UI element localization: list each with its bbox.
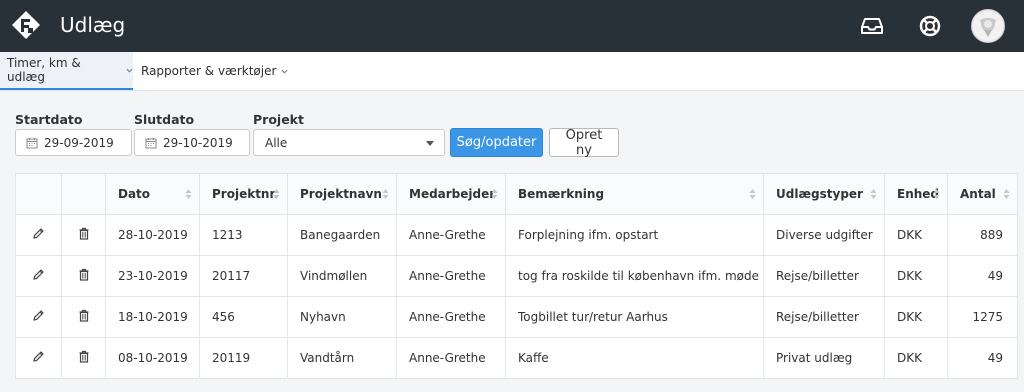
create-new-button[interactable]: Opret ny (549, 128, 619, 158)
tab-label: Timer, km & udlæg (7, 56, 81, 84)
end-date-label: Slutdato (134, 112, 195, 127)
delete-trash-icon[interactable] (61, 296, 106, 338)
cell-projektnavn: Banegaarden (287, 214, 397, 256)
column-header-projektnr[interactable]: Projektnr. (199, 173, 288, 215)
cell-enhed: DKK (884, 296, 948, 338)
project-label: Projekt (253, 112, 304, 127)
cell-udlaegstype: Privat udlæg (763, 337, 885, 379)
chevron-down-icon (281, 69, 288, 74)
cell-bemaerkning: tog fra roskilde til københavn ifm. møde (505, 255, 764, 297)
start-date-label: Startdato (15, 112, 83, 127)
end-date-input[interactable]: 29-10-2019 (134, 129, 250, 156)
cell-antal: 889 (947, 214, 1018, 256)
delete-trash-icon[interactable] (61, 255, 106, 297)
calendar-icon (26, 137, 38, 148)
cell-medarbejder: Anne-Grethe (396, 214, 506, 256)
cell-enhed: DKK (884, 214, 948, 256)
cell-udlaegstype: Rejse/billetter (763, 296, 885, 338)
cell-projektnr: 20117 (199, 255, 288, 297)
table-header-row: Dato Projektnr. Projektnavn Medarbejder … (15, 173, 1018, 215)
inbox-icon[interactable] (858, 12, 886, 40)
cell-medarbejder: Anne-Grethe (396, 296, 506, 338)
sort-icon (382, 189, 389, 199)
tab-rapporter-vaerktoejer[interactable]: Rapporter & værktøjer (141, 52, 288, 90)
column-header-projektnavn[interactable]: Projektnavn (287, 173, 397, 215)
table-row: 23-10-2019 20117 Vindmøllen Anne-Grethe … (15, 255, 1018, 297)
cell-medarbejder: Anne-Grethe (396, 255, 506, 297)
chevron-down-icon (126, 68, 133, 73)
column-header-dato[interactable]: Dato (105, 173, 200, 215)
tab-label: Rapporter & værktøjer (141, 64, 277, 78)
cell-bemaerkning: Togbillet tur/retur Aarhus (505, 296, 764, 338)
cell-enhed: DKK (884, 255, 948, 297)
cell-dato: 23-10-2019 (105, 255, 200, 297)
sort-icon (185, 189, 192, 199)
delete-trash-icon[interactable] (61, 214, 106, 256)
cell-antal: 49 (947, 337, 1018, 379)
column-label: Antal (960, 187, 996, 201)
cell-projektnr: 456 (199, 296, 288, 338)
column-header-udlaegstyper[interactable]: Udlægstyper (763, 173, 885, 215)
sort-icon (1003, 189, 1010, 199)
delete-trash-icon[interactable] (61, 337, 106, 379)
cell-projektnavn: Vandtårn (287, 337, 397, 379)
top-bar: Udlæg (0, 0, 1024, 52)
avatar[interactable] (971, 9, 1005, 43)
edit-pencil-icon[interactable] (15, 255, 62, 297)
end-date-value: 29-10-2019 (163, 135, 233, 150)
cell-enhed: DKK (884, 337, 948, 379)
column-label: Dato (118, 187, 151, 201)
delete-column-header (61, 173, 106, 215)
column-label: Projektnavn (300, 187, 382, 201)
sort-icon (273, 189, 280, 199)
sort-icon (933, 189, 940, 199)
cell-projektnr: 1213 (199, 214, 288, 256)
cell-projektnavn: Nyhavn (287, 296, 397, 338)
column-label: Udlægstyper (776, 187, 863, 201)
column-label: Medarbejder (409, 187, 496, 201)
column-header-bemaerkning[interactable]: Bemærkning (505, 173, 764, 215)
table-row: 18-10-2019 456 Nyhavn Anne-Grethe Togbil… (15, 296, 1018, 338)
calendar-icon (145, 137, 157, 148)
cell-udlaegstype: Diverse udgifter (763, 214, 885, 256)
cell-medarbejder: Anne-Grethe (396, 337, 506, 379)
column-label: Projektnr. (212, 187, 279, 201)
start-date-input[interactable]: 29-09-2019 (15, 129, 132, 156)
edit-column-header (15, 173, 62, 215)
table-row: 08-10-2019 20119 Vandtårn Anne-Grethe Ka… (15, 337, 1018, 379)
sort-icon (870, 189, 877, 199)
column-header-antal[interactable]: Antal (947, 173, 1018, 215)
start-date-value: 29-09-2019 (44, 135, 114, 150)
nav-bar: Timer, km & udlæg Rapporter & værktøjer (0, 52, 1024, 91)
column-header-enhed[interactable]: Enhed (884, 173, 948, 215)
edit-pencil-icon[interactable] (15, 296, 62, 338)
caret-down-icon (426, 141, 434, 146)
cell-antal: 49 (947, 255, 1018, 297)
cell-bemaerkning: Kaffe (505, 337, 764, 379)
cell-projektnavn: Vindmøllen (287, 255, 397, 297)
table-row: 28-10-2019 1213 Banegaarden Anne-Grethe … (15, 214, 1018, 256)
edit-pencil-icon[interactable] (15, 337, 62, 379)
app-logo-icon[interactable] (10, 9, 42, 41)
cell-projektnr: 20119 (199, 337, 288, 379)
cell-bemaerkning: Forplejning ifm. opstart (505, 214, 764, 256)
search-update-button[interactable]: Søg/opdater (450, 128, 543, 157)
expense-table: Dato Projektnr. Projektnavn Medarbejder … (15, 173, 1018, 379)
cell-antal: 1275 (947, 296, 1018, 338)
sort-icon (749, 189, 756, 199)
column-header-medarbejder[interactable]: Medarbejder (396, 173, 506, 215)
cell-dato: 08-10-2019 (105, 337, 200, 379)
page-title: Udlæg (60, 13, 126, 37)
project-select-value: Alle (265, 135, 288, 150)
cell-dato: 18-10-2019 (105, 296, 200, 338)
sort-icon (491, 189, 498, 199)
cell-dato: 28-10-2019 (105, 214, 200, 256)
project-select[interactable]: Alle (253, 129, 445, 156)
tab-timer-km-udlaeg[interactable]: Timer, km & udlæg (0, 52, 133, 90)
help-lifebuoy-icon[interactable] (916, 12, 944, 40)
edit-pencil-icon[interactable] (15, 214, 62, 256)
cell-udlaegstype: Rejse/billetter (763, 255, 885, 297)
column-label: Bemærkning (518, 187, 605, 201)
